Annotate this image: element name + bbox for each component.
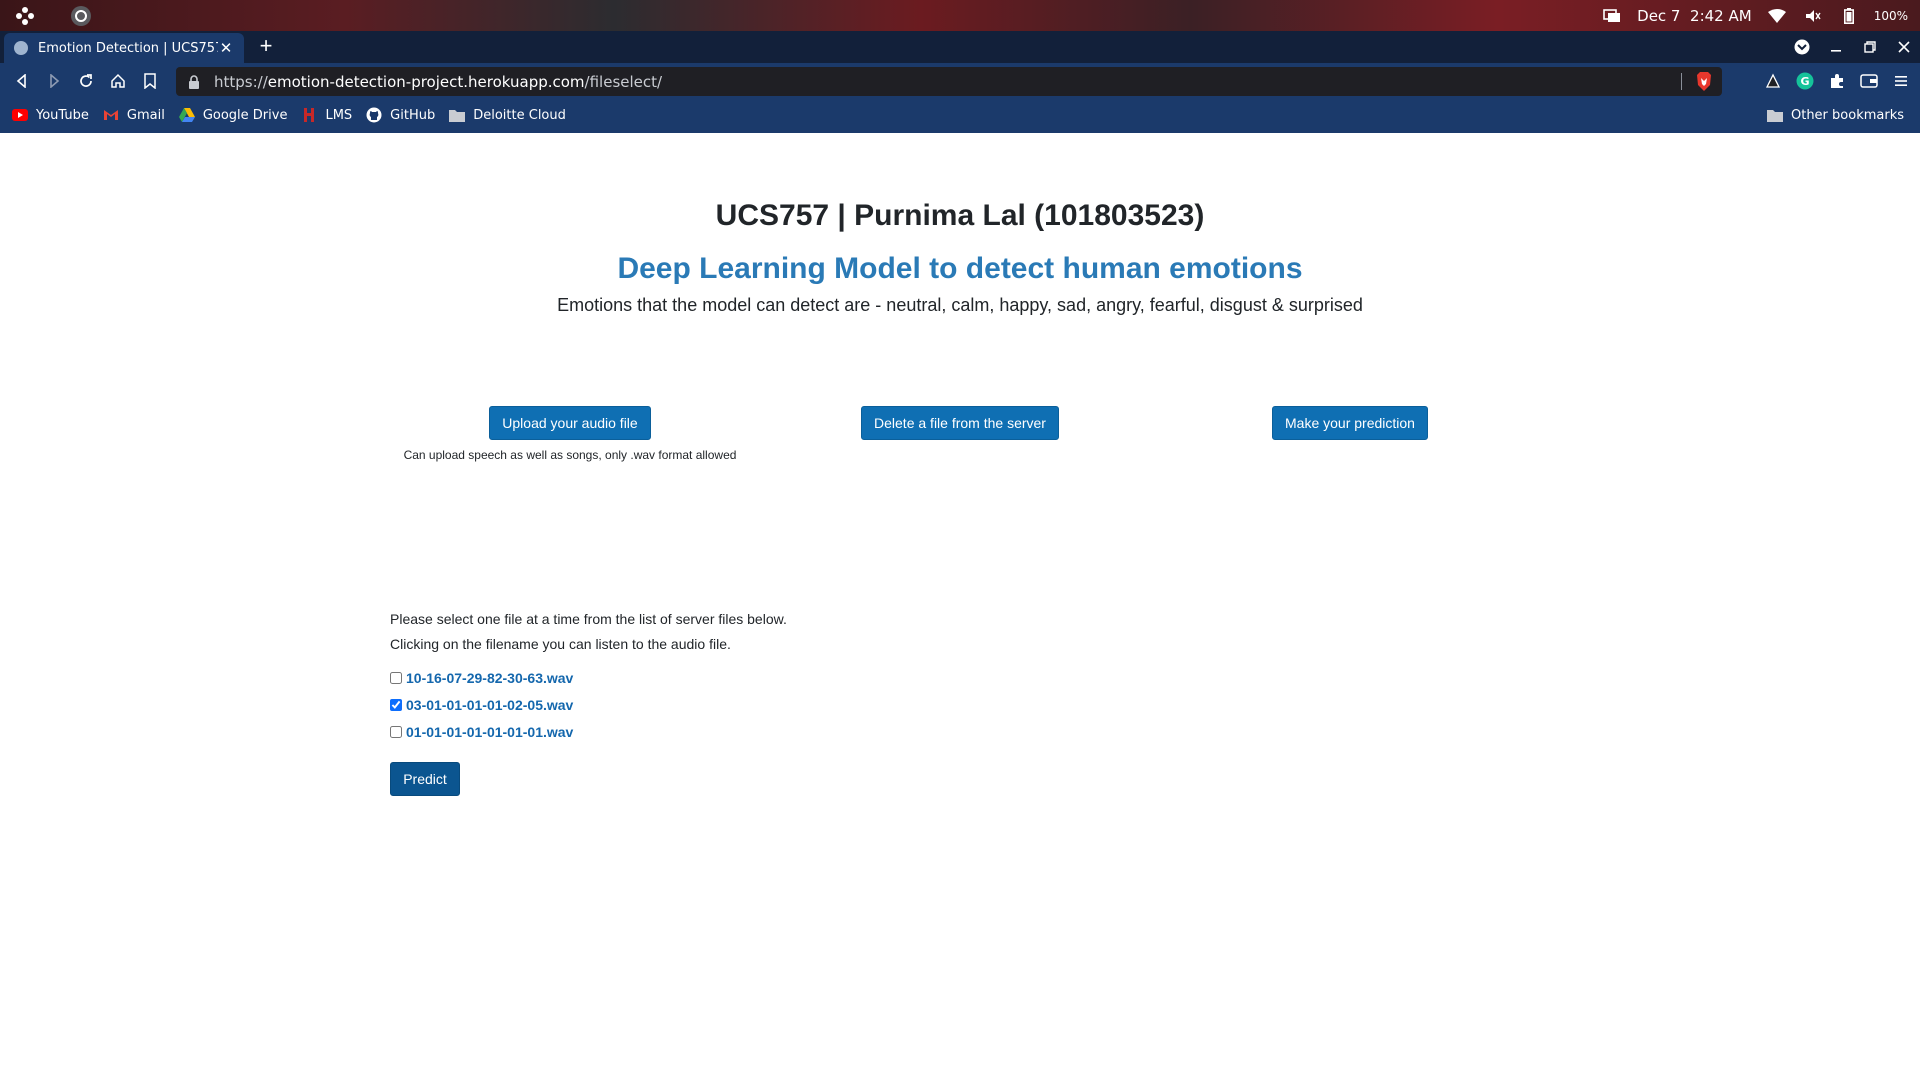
file-checkbox[interactable] (390, 671, 402, 684)
url-host: emotion-detection-project.herokuapp.com (267, 72, 585, 91)
bookmark-label: YouTube (36, 107, 89, 123)
list-item: 01-01-01-01-01-01-01.wav (390, 718, 787, 745)
address-bar[interactable]: https://emotion-detection-project.heroku… (176, 67, 1722, 96)
grammarly-icon[interactable]: G (1794, 69, 1816, 93)
screen-icon[interactable] (1601, 5, 1623, 27)
brave-rewards-icon[interactable] (1762, 69, 1784, 93)
gmail-icon (103, 107, 119, 123)
restore-icon[interactable] (1862, 39, 1878, 55)
reload-icon[interactable] (74, 69, 98, 93)
svg-text:G: G (1800, 75, 1809, 88)
bookmark-label: GitHub (390, 107, 436, 123)
tab-strip: Emotion Detection | UCS757 ✕ + (0, 31, 1920, 63)
new-tab-button[interactable]: + (254, 35, 278, 59)
page-description: Emotions that the model can detect are -… (557, 295, 1363, 315)
folder-icon (449, 107, 466, 123)
bookmark-label: Google Drive (202, 107, 288, 123)
battery-percentage: 100% (1873, 8, 1908, 23)
folder-icon (1766, 107, 1783, 123)
delete-file-button[interactable]: Delete a file from the server (861, 406, 1059, 440)
bookmark-label: Gmail (126, 107, 165, 123)
bookmark-deloitte-cloud[interactable]: Deloitte Cloud (449, 107, 566, 123)
lock-icon[interactable] (188, 74, 202, 89)
brave-shields-icon[interactable] (1696, 72, 1712, 91)
instructions-line-2: Clicking on the filename you can listen … (390, 636, 731, 652)
battery-icon[interactable] (1838, 5, 1860, 27)
url-scheme: https:// (214, 72, 268, 91)
file-checkbox[interactable] (390, 698, 402, 711)
menu-icon[interactable] (1890, 69, 1912, 93)
bookmark-gmail[interactable]: Gmail (103, 107, 165, 123)
file-select-form: Please select one file at a time from th… (390, 609, 787, 745)
omnibox-divider (1681, 73, 1682, 90)
page-content: UCS757 | Purnima Lal (101803523) Deep Le… (0, 133, 1920, 1080)
home-icon[interactable] (106, 69, 130, 93)
bookmark-label: LMS (325, 107, 353, 123)
make-prediction-button[interactable]: Make your prediction (1272, 406, 1428, 440)
tab-title: Emotion Detection | UCS757 (38, 40, 218, 56)
url-text: https://emotion-detection-project.heroku… (214, 73, 662, 91)
instructions-line-1: Please select one file at a time from th… (390, 611, 787, 627)
apps-icon[interactable] (14, 5, 36, 27)
bookmark-github[interactable]: GitHub (366, 107, 435, 123)
wallet-icon[interactable] (1858, 69, 1880, 93)
youtube-icon (12, 107, 28, 123)
file-link[interactable]: 03-01-01-01-01-02-05.wav (406, 697, 573, 713)
file-list: 10-16-07-29-82-30-63.wav 03-01-01-01-01-… (390, 664, 787, 745)
back-icon[interactable] (10, 69, 34, 93)
lms-icon (301, 107, 317, 123)
profile-icon[interactable] (1794, 39, 1810, 55)
bookmarks-bar: YouTube Gmail Google Drive LMS GitHub De… (0, 100, 1920, 133)
os-date: Dec 7 (1637, 6, 1681, 25)
file-checkbox[interactable] (390, 725, 402, 738)
browser-tab[interactable]: Emotion Detection | UCS757 ✕ (4, 33, 244, 63)
bookmark-youtube[interactable]: YouTube (12, 107, 89, 123)
os-time: 2:42 AM (1690, 6, 1752, 25)
bookmark-lms[interactable]: LMS (301, 107, 352, 123)
forward-icon[interactable] (42, 69, 66, 93)
other-bookmarks[interactable]: Other bookmarks (1766, 107, 1904, 123)
file-link[interactable]: 01-01-01-01-01-01-01.wav (406, 724, 573, 740)
page-title: UCS757 | Purnima Lal (101803523) (715, 199, 1205, 232)
google-drive-icon (178, 107, 195, 123)
bookmark-label: Deloitte Cloud (473, 107, 566, 123)
list-item: 03-01-01-01-01-02-05.wav (390, 691, 787, 718)
upload-audio-button[interactable]: Upload your audio file (489, 406, 651, 440)
os-top-bar: Dec 7 2:42 AM 100% (0, 0, 1920, 31)
other-bookmarks-label: Other bookmarks (1790, 107, 1904, 123)
upload-note: Can upload speech as well as songs, only… (403, 448, 737, 462)
wifi-icon[interactable] (1766, 5, 1788, 27)
browser-toolbar: https://emotion-detection-project.heroku… (0, 63, 1920, 100)
volume-icon[interactable] (1802, 5, 1824, 27)
github-icon (366, 107, 382, 123)
tab-close-icon[interactable]: ✕ (218, 39, 234, 57)
predict-button[interactable]: Predict (390, 762, 460, 796)
extensions-icon[interactable] (1826, 69, 1848, 93)
bookmark-google-drive[interactable]: Google Drive (178, 107, 288, 123)
file-link[interactable]: 10-16-07-29-82-30-63.wav (406, 670, 573, 686)
page-subtitle: Deep Learning Model to detect human emot… (617, 252, 1303, 285)
minimize-icon[interactable] (1828, 39, 1844, 55)
url-path: /fileselect/ (584, 72, 663, 91)
list-item: 10-16-07-29-82-30-63.wav (390, 664, 787, 691)
globe-icon (14, 41, 28, 55)
close-window-icon[interactable] (1896, 39, 1912, 55)
bookmark-icon[interactable] (138, 69, 162, 93)
circle-launcher-icon[interactable] (70, 5, 92, 27)
